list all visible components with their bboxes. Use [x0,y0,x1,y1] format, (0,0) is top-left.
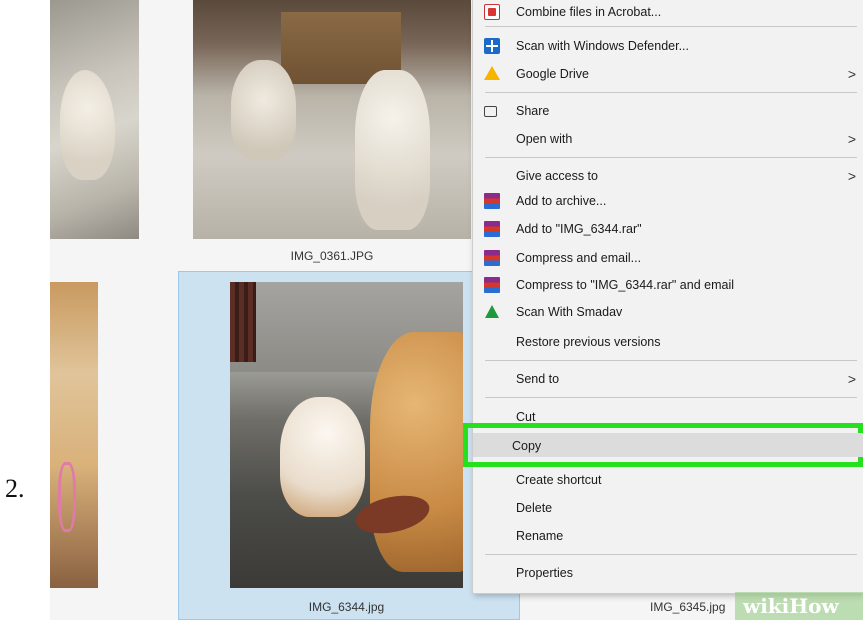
menu-item-combine-acrobat[interactable]: Combine files in Acrobat... [473,1,863,23]
menu-item-label: Send to [516,372,560,386]
gate-figure [230,282,256,362]
menu-item-send-to[interactable]: Send to > [473,368,863,390]
photo-thumbnail-dog[interactable] [50,282,98,588]
watermark-suffix: How [789,594,839,618]
menu-item-label: Scan With Smadav [516,305,623,319]
menu-item-google-drive[interactable]: Google Drive > [473,63,863,85]
menu-item-create-shortcut[interactable]: Create shortcut [473,469,863,491]
chevron-right-icon: > [847,371,856,387]
photo-thumbnail-cat[interactable] [50,0,139,239]
menu-item-label: Add to archive... [516,194,607,208]
chevron-right-icon: > [847,66,856,82]
menu-item-label: Give access to [516,169,598,183]
menu-item-share[interactable]: Share [473,100,863,122]
menu-item-scan-defender[interactable]: Scan with Windows Defender... [473,35,863,57]
winrar-icon [484,221,500,237]
menu-item-copy[interactable]: Copy [473,435,863,457]
photo-thumbnail-img-6344[interactable] [230,282,463,588]
menu-item-open-with[interactable]: Open with > [473,128,863,150]
menu-separator [485,360,857,361]
menu-item-restore-previous[interactable]: Restore previous versions [473,331,863,353]
menu-separator [485,157,857,158]
wikihow-watermark: wikiHow [735,592,863,620]
menu-item-label: Open with [516,132,573,146]
menu-item-compress-to-rar-email[interactable]: Compress to "IMG_6344.rar" and email [473,274,863,296]
file-name-img-0361[interactable]: IMG_0361.JPG [193,249,471,263]
menu-item-compress-email[interactable]: Compress and email... [473,247,863,269]
puppy-figure [280,397,365,517]
menu-item-label: Combine files in Acrobat... [516,5,662,19]
cat-figure [60,70,115,180]
menu-item-properties[interactable]: Properties [473,562,863,584]
menu-separator [485,26,857,27]
menu-item-label: Scan with Windows Defender... [516,39,689,53]
winrar-icon [484,193,500,209]
menu-item-label: Restore previous versions [516,335,661,349]
menu-item-give-access[interactable]: Give access to > [473,165,863,187]
menu-item-label: Copy [512,439,542,453]
cat-figure [355,70,430,230]
menu-item-label: Add to "IMG_6344.rar" [516,222,642,236]
menu-item-delete[interactable]: Delete [473,497,863,519]
chevron-right-icon: > [847,168,856,184]
menu-item-label: Delete [516,501,553,515]
copy-highlight-box: Copy [463,423,863,467]
watermark-prefix: wiki [743,594,790,618]
smadav-icon [485,305,499,318]
dog-figure [370,332,463,572]
context-menu: Combine files in Acrobat... Scan with Wi… [472,0,863,594]
cat-figure [231,60,296,160]
menu-item-label: Rename [516,529,564,543]
menu-item-label: Compress to "IMG_6344.rar" and email [516,278,734,292]
winrar-icon [484,250,500,266]
menu-item-label: Create shortcut [516,473,602,487]
menu-separator [485,92,857,93]
menu-item-rename[interactable]: Rename [473,525,863,547]
leash-figure [58,462,76,532]
menu-item-add-to-rar[interactable]: Add to "IMG_6344.rar" [473,218,863,240]
menu-item-add-to-archive[interactable]: Add to archive... [473,190,863,212]
menu-item-label: Share [516,104,550,118]
google-drive-icon [484,66,500,80]
windows-defender-icon [484,38,500,54]
file-name-img-6344[interactable]: IMG_6344.jpg [230,600,463,614]
chevron-right-icon: > [847,131,856,147]
share-icon [484,106,497,117]
menu-separator [485,554,857,555]
acrobat-icon [484,4,500,20]
menu-separator [485,397,857,398]
step-number: 2. [5,474,25,503]
menu-item-label: Compress and email... [516,251,642,265]
menu-item-scan-smadav[interactable]: Scan With Smadav [473,301,863,323]
winrar-icon [484,277,500,293]
menu-item-label: Properties [516,566,573,580]
photo-thumbnail-img-0361[interactable] [193,0,471,239]
menu-item-label: Google Drive [516,67,589,81]
